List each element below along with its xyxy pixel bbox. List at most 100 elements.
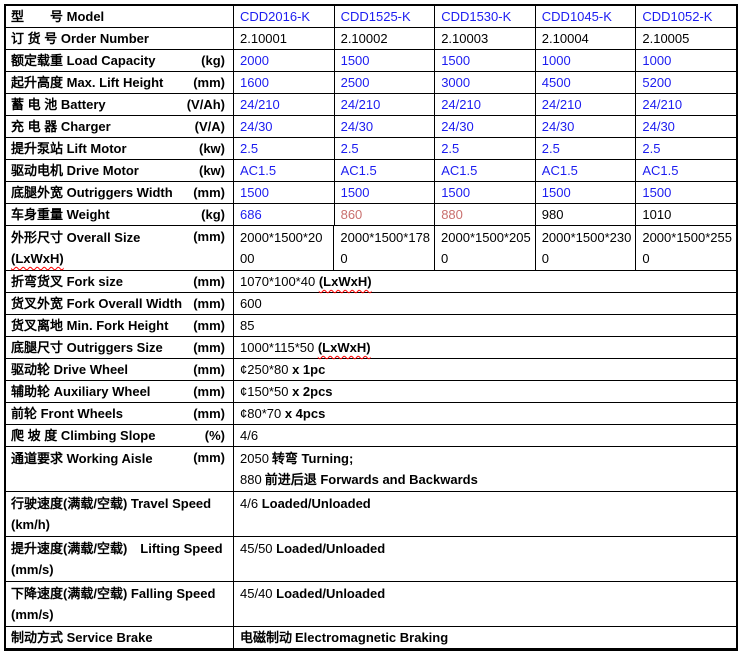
value-line: AC1.5 xyxy=(441,161,531,180)
row-falling-speed: 下降速度(满载/空载) Falling Speed(mm/s) 45/40 Loa… xyxy=(6,582,736,627)
value-line: 24/30 xyxy=(441,117,531,136)
value-line: 686 xyxy=(240,205,330,224)
spec-table: 型 号 ModelCDD2016-KCDD1525-KCDD1530-KCDD1… xyxy=(4,4,738,651)
row-max-lift-height: 起升高度 Max. Lift Height(mm)160025003000450… xyxy=(6,72,736,94)
row-label-text: 制动方式 Service Brake xyxy=(11,630,153,645)
value-line: ¢150*50 x 2pcs xyxy=(240,382,732,401)
row-drive-motor: 驱动电机 Drive Motor(kw)AC1.5AC1.5AC1.5AC1.5… xyxy=(6,160,736,182)
row-label: 驱动轮 Drive Wheel xyxy=(11,360,128,379)
row-label-line1: 提升速度(满载/空载) Lifting Speed xyxy=(11,538,223,559)
row-label-cell-max-lift-height: 起升高度 Max. Lift Height(mm) xyxy=(6,72,234,93)
row-label: 底腿尺寸 Outriggers Size xyxy=(11,338,163,357)
row-charger: 充 电 器 Charger(V/A)24/3024/3024/3024/3024… xyxy=(6,116,736,138)
value-cell-drive-motor-CDD2016-K: AC1.5 xyxy=(234,160,335,181)
row-label-text: 蓄 电 池 Battery xyxy=(11,97,106,112)
value-line: 85 xyxy=(240,316,732,335)
row-label: 辅助轮 Auxiliary Wheel xyxy=(11,382,150,401)
row-label: 蓄 电 池 Battery xyxy=(11,95,106,114)
value-cell-order-number-CDD1045-K: 2.10004 xyxy=(536,28,637,49)
row-battery: 蓄 电 池 Battery(V/Ah)24/21024/21024/21024/… xyxy=(6,94,736,116)
value-cell-max-lift-height-CDD2016-K: 1600 xyxy=(234,72,335,93)
row-label-cell-outriggers-size: 底腿尺寸 Outriggers Size(mm) xyxy=(6,337,234,358)
row-label: 折弯货叉 Fork size xyxy=(11,272,123,291)
row-label: 驱动电机 Drive Motor xyxy=(11,161,139,180)
value-text: x 1pc xyxy=(292,362,325,377)
value-cell-weight-CDD2016-K: 686 xyxy=(234,204,335,225)
value-cell-falling-speed: 45/40 Loaded/Unloaded xyxy=(234,582,736,626)
value-cell-outriggers-width-CDD1525-K: 1500 xyxy=(335,182,436,203)
row-unit: (kw) xyxy=(199,139,225,158)
row-unit: (mm) xyxy=(193,316,225,335)
row-travel-speed: 行驶速度(满载/空载) Travel Speed(km/h)4/6 Loaded… xyxy=(6,492,736,537)
row-label-line1: 底腿尺寸 Outriggers Size xyxy=(11,338,163,357)
row-label: 订 货 号 Order Number xyxy=(11,29,149,48)
value-line: 1000*115*50 (LxWxH) xyxy=(240,338,732,357)
value-line: 24/210 xyxy=(341,95,431,114)
row-label-cell-min-fork-height: 货叉离地 Min. Fork Height(mm) xyxy=(6,315,234,336)
value-text: 85 xyxy=(240,318,254,333)
value-line: 2.5 xyxy=(642,139,732,158)
value-cell-order-number-CDD1530-K: 2.10003 xyxy=(435,28,536,49)
row-label-line1: 车身重量 Weight xyxy=(11,205,110,224)
value-cell-order-number-CDD2016-K: 2.10001 xyxy=(234,28,335,49)
value-line: 2500 xyxy=(341,73,431,92)
row-label-text: 提升泵站 Lift Motor xyxy=(11,141,127,156)
page: { "document_title": "Forklift Specificat… xyxy=(0,4,742,631)
row-label-line1: 下降速度(满载/空载) Falling Speed xyxy=(11,583,215,604)
row-order-number: 订 货 号 Order Number 2.100012.100022.100032… xyxy=(6,28,736,50)
row-front-wheels: 前轮 Front Wheels(mm)¢80*70 x 4pcs xyxy=(6,403,736,425)
value-cell-charger-CDD1052-K: 24/30 xyxy=(636,116,736,137)
value-cell-weight-CDD1045-K: 980 xyxy=(536,204,637,225)
value-line: 860 xyxy=(341,205,431,224)
value-text: 4/6 xyxy=(240,496,262,511)
value-text: 电磁制动 xyxy=(240,630,292,645)
row-label-cell-travel-speed: 行驶速度(满载/空载) Travel Speed (km/h) xyxy=(6,492,234,536)
row-label: 车身重量 Weight xyxy=(11,205,110,224)
row-label: 起升高度 Max. Lift Height xyxy=(11,73,163,92)
value-cell-outriggers-width-CDD2016-K: 1500 xyxy=(234,182,335,203)
value-line: 1010 xyxy=(642,205,732,224)
value-text: 45/50 xyxy=(240,541,276,556)
value-text: Loaded/Unloaded xyxy=(276,586,385,601)
row-label-text: 行驶速度(满载/空载) Travel Speed xyxy=(11,496,211,511)
value-cell-overall-size-CDD1525-K: 2000*1500*1780 xyxy=(334,226,435,270)
value-line: 2.5 xyxy=(542,139,632,158)
row-label-text: 车身重量 Weight xyxy=(11,207,110,222)
value-text: x 4pcs xyxy=(285,406,325,421)
row-label-text: 底腿外宽 Outriggers Width xyxy=(11,185,173,200)
value-line: 0 xyxy=(441,248,531,269)
value-text: 转弯 Turning; xyxy=(272,451,353,466)
value-line: 2000*1500*20 xyxy=(240,227,329,248)
value-line: 1000 xyxy=(642,51,732,70)
value-cell-outriggers-width-CDD1530-K: 1500 xyxy=(435,182,536,203)
row-label-cell-fork-overall-width: 货叉外宽 Fork Overall Width(mm) xyxy=(6,293,234,314)
row-unit: (mm) xyxy=(193,183,225,202)
value-text: 4/6 xyxy=(240,428,258,443)
value-line: 1070*100*40 (LxWxH) xyxy=(240,272,732,291)
row-label-cell-drive-motor: 驱动电机 Drive Motor(kw) xyxy=(6,160,234,181)
value-line: 4/6 xyxy=(240,426,732,445)
value-cell-charger-CDD1045-K: 24/30 xyxy=(536,116,637,137)
value-cell-order-number-CDD1525-K: 2.10002 xyxy=(335,28,436,49)
row-label-unit: (mm/s) xyxy=(11,604,215,625)
value-cell-lift-motor-CDD1052-K: 2.5 xyxy=(636,138,736,159)
value-line: 24/30 xyxy=(642,117,732,136)
value-line: 电磁制动Electromagnetic Braking xyxy=(240,628,732,647)
row-label-text: 前轮 Front Wheels xyxy=(11,406,123,421)
value-line: CDD2016-K xyxy=(240,7,330,26)
row-label: 下降速度(满载/空载) Falling Speed(mm/s) xyxy=(11,583,215,625)
row-label-text: 订 货 号 Order Number xyxy=(11,31,149,46)
row-label-text: 货叉外宽 Fork Overall Width xyxy=(11,296,182,311)
value-line: AC1.5 xyxy=(542,161,632,180)
row-label-cell-charger: 充 电 器 Charger(V/A) xyxy=(6,116,234,137)
value-text: ¢150*50 xyxy=(240,384,292,399)
value-line: 2000*1500*178 xyxy=(340,227,430,248)
row-label-unit: (km/h) xyxy=(11,514,211,535)
value-cell-battery-CDD1045-K: 24/210 xyxy=(536,94,637,115)
row-label-line1: 驱动轮 Drive Wheel xyxy=(11,360,128,379)
row-label-line1: 提升泵站 Lift Motor xyxy=(11,139,127,158)
value-line: 24/30 xyxy=(542,117,632,136)
value-line: 1600 xyxy=(240,73,330,92)
row-label-line1: 起升高度 Max. Lift Height xyxy=(11,73,163,92)
value-cell-drive-motor-CDD1525-K: AC1.5 xyxy=(335,160,436,181)
